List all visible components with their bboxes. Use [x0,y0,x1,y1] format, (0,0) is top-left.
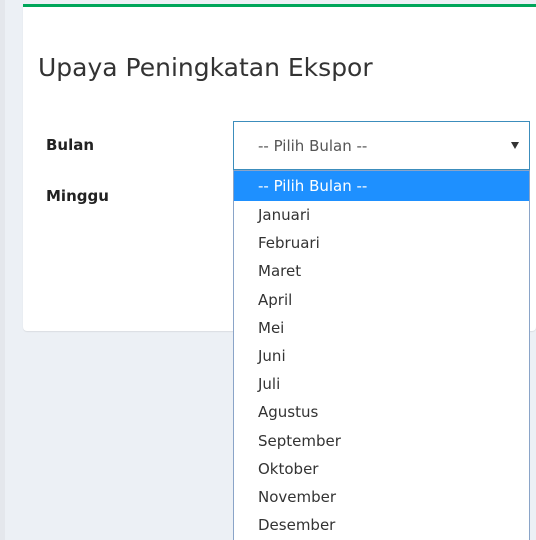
page-title: Upaya Peningkatan Ekspor [38,53,373,82]
bulan-option[interactable]: September [234,427,529,455]
bulan-option[interactable]: Agustus [234,398,529,426]
bulan-label: Bulan [46,136,95,154]
bulan-select[interactable]: -- Pilih Bulan -- [233,121,530,170]
bulan-select-value: -- Pilih Bulan -- [258,137,368,155]
bulan-option[interactable]: Mei [234,314,529,342]
minggu-label: Minggu [46,187,109,205]
bulan-option[interactable]: April [234,286,529,314]
bulan-option[interactable]: Oktober [234,455,529,483]
bulan-option[interactable]: Februari [234,229,529,257]
bulan-option[interactable]: November [234,483,529,511]
bulan-option[interactable]: Desember [234,511,529,539]
chevron-down-icon [511,142,519,149]
bulan-option[interactable]: Maret [234,257,529,285]
bulan-option[interactable]: Januari [234,201,529,229]
bulan-option[interactable]: -- Pilih Bulan -- [234,171,529,201]
sidebar-edge [0,0,5,540]
bulan-dropdown-list[interactable]: -- Pilih Bulan -- Januari Februari Maret Apr… [233,170,530,540]
bulan-option[interactable]: Juli [234,370,529,398]
bulan-option[interactable]: Juni [234,342,529,370]
